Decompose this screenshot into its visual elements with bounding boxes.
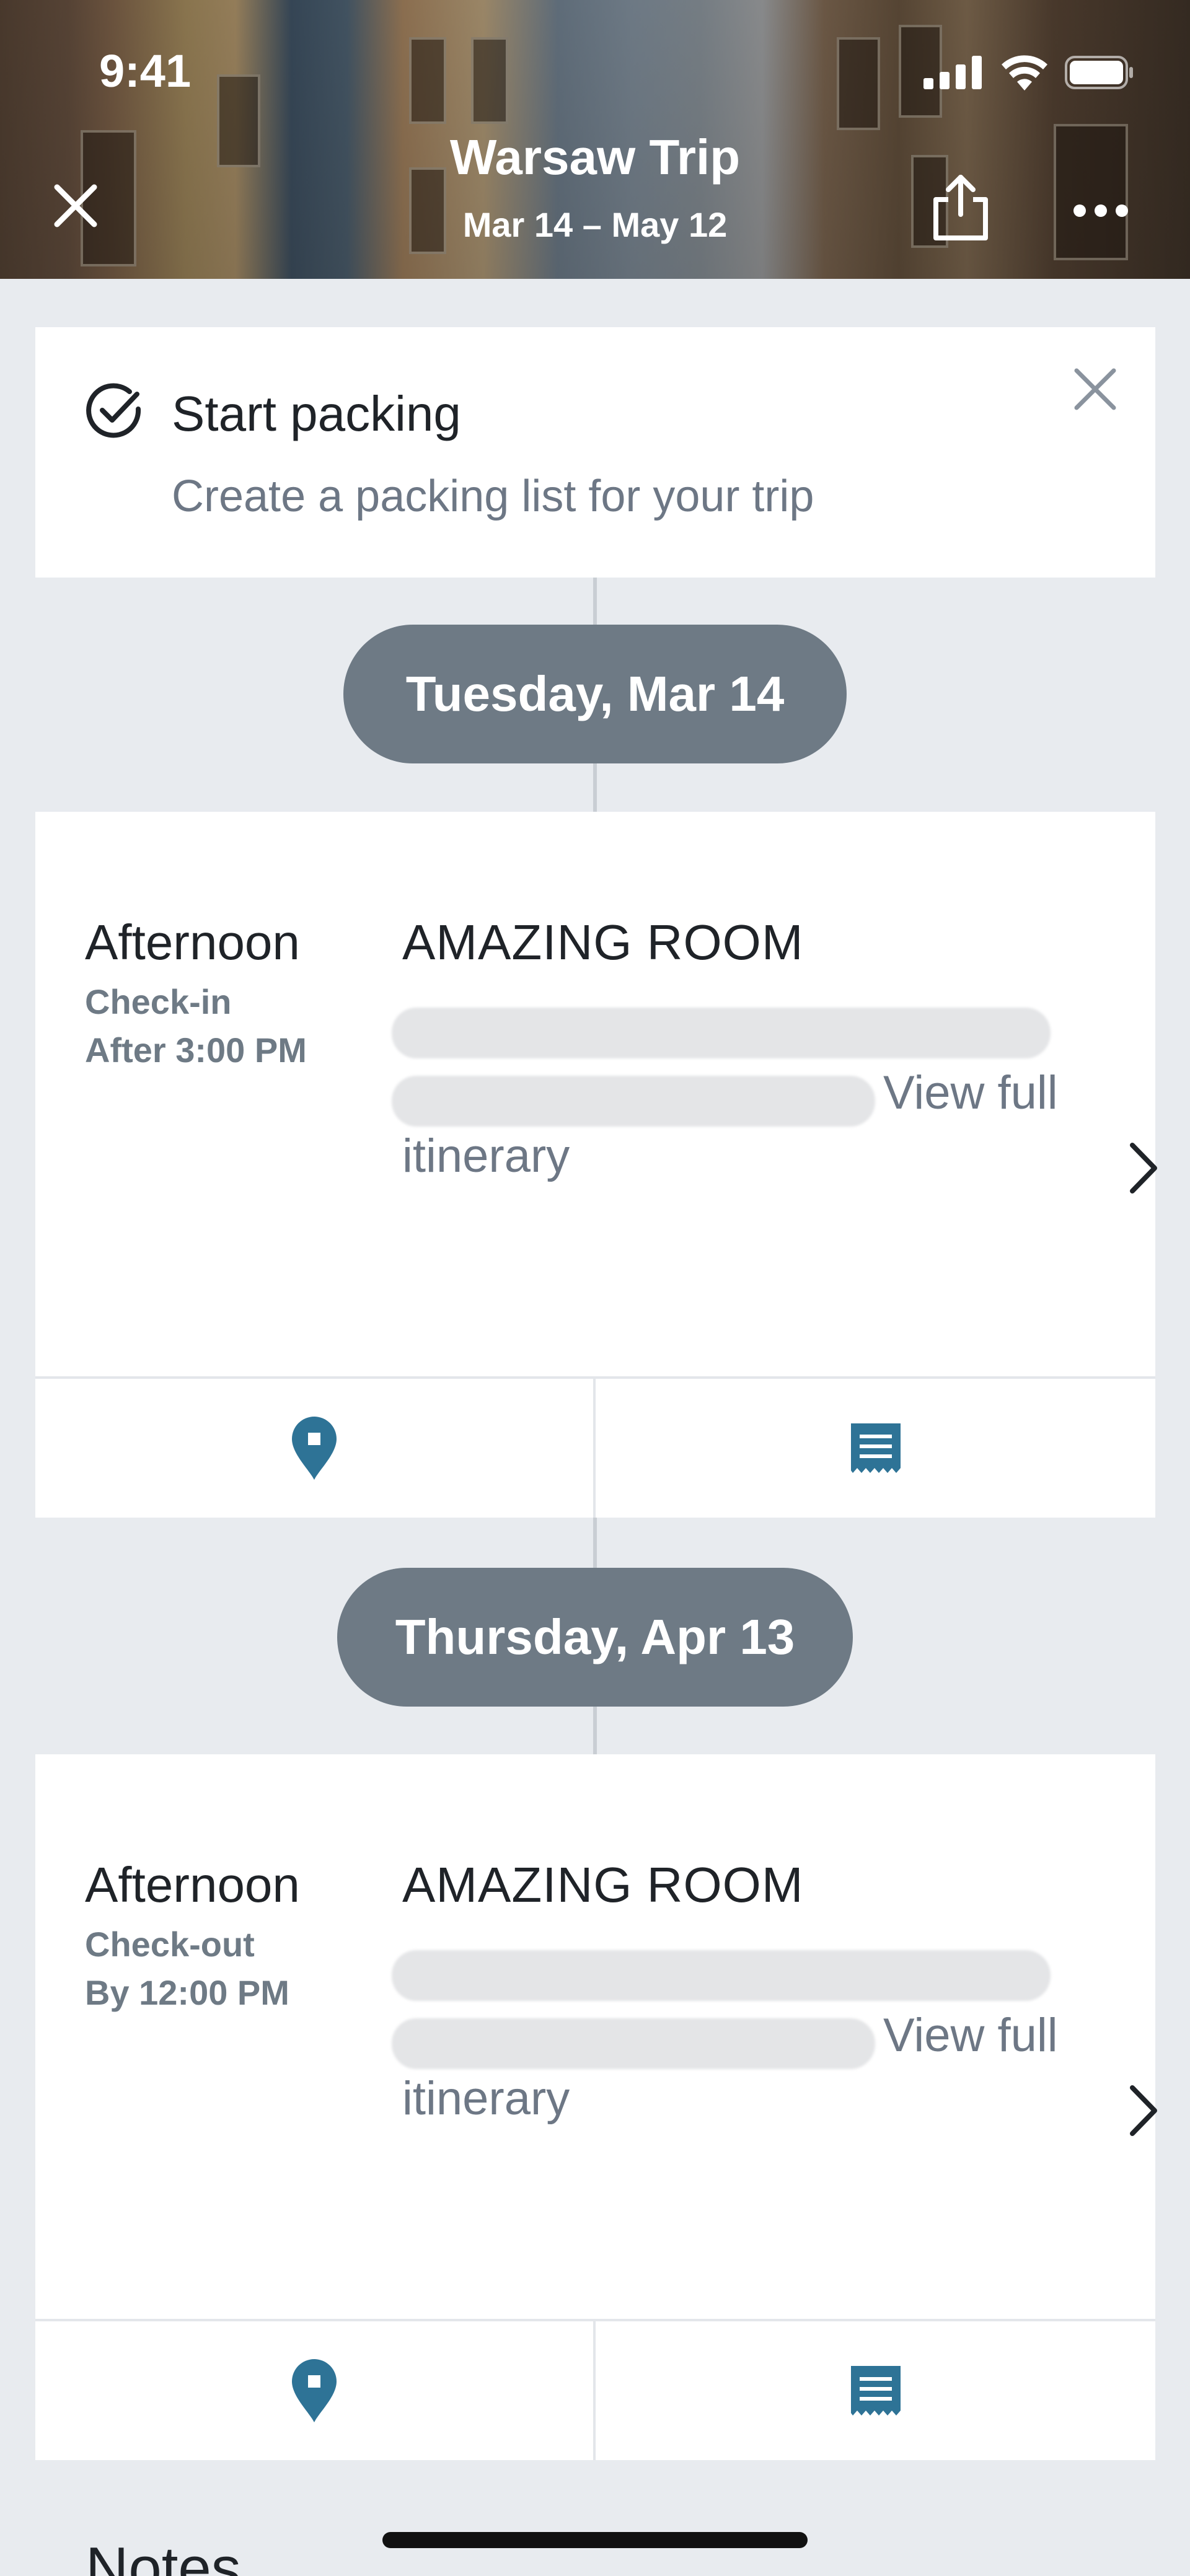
dismiss-icon[interactable] [1072,366,1119,413]
receipt-icon [850,2366,901,2416]
map-button[interactable] [35,2321,593,2460]
start-packing-card[interactable]: Start packing Create a packing list for … [35,327,1155,578]
trip-header: 9:41 Warsaw Trip Mar 14 – May 12 [0,0,1190,279]
timeline-connector [593,1518,597,1568]
cellular-signal-icon [923,56,982,89]
reservation-action: Check-out By 12:00 PM [85,1920,289,2017]
view-full-itinerary-link[interactable]: View full [883,2008,1058,2062]
reservation-card[interactable]: Afternoon Check-out By 12:00 PM AMAZING … [35,1754,1157,2460]
reservation-time-of-day: Afternoon [85,1857,300,1912]
home-indicator[interactable] [382,2532,808,2548]
receipt-button[interactable] [596,2321,1155,2460]
reservation-action-label: Check-out [85,1925,255,1964]
reservation-name: AMAZING ROOM [402,915,804,970]
reservation-action: Check-in After 3:00 PM [85,978,307,1075]
battery-icon [1065,56,1133,89]
timeline-connector [593,1707,597,1754]
wifi-icon [1002,55,1047,90]
share-icon[interactable] [930,174,992,242]
view-full-itinerary-link[interactable]: itinerary [402,2072,570,2125]
status-time: 9:41 [99,45,192,97]
redacted-address [392,1008,1051,1058]
trip-itinerary-screen: 9:41 Warsaw Trip Mar 14 – May 12 Start p… [0,0,1190,2576]
redacted-address [392,2018,875,2069]
reservation-name: AMAZING ROOM [402,1857,804,1912]
trip-dates: Mar 14 – May 12 [462,205,728,244]
map-pin-icon [292,2359,337,2422]
reservation-time-of-day: Afternoon [85,915,300,970]
map-button[interactable] [35,1379,593,1518]
redacted-address [392,1950,1051,2001]
status-icons [923,55,1134,90]
reservation-card[interactable]: Afternoon Check-in After 3:00 PM AMAZING… [35,812,1157,1518]
notes-heading: Notes [86,2535,241,2576]
redacted-address [392,1076,875,1127]
close-icon[interactable] [51,181,100,231]
trip-title: Warsaw Trip [449,130,741,185]
timeline-connector [593,578,597,625]
map-pin-icon [292,1417,337,1480]
date-header: Thursday, Apr 13 [337,1568,853,1707]
trip-title-block: Warsaw Trip Mar 14 – May 12 [0,129,1190,245]
receipt-button[interactable] [596,1379,1155,1518]
receipt-icon [850,1423,901,1473]
packing-title: Start packing [172,386,461,441]
date-header: Tuesday, Mar 14 [343,625,847,763]
reservation-action-label: Check-in [85,982,232,1021]
view-full-itinerary-link[interactable]: itinerary [402,1129,570,1183]
view-full-itinerary-link[interactable]: View full [883,1066,1058,1120]
packing-subtitle: Create a packing list for your trip [172,472,814,521]
check-circle-icon [86,383,141,438]
more-options-icon[interactable] [1072,198,1129,223]
chevron-right-icon[interactable] [1126,1140,1161,1196]
chevron-right-icon[interactable] [1126,2083,1161,2139]
timeline-connector [593,763,597,812]
reservation-action-time: After 3:00 PM [85,1031,307,1070]
reservation-action-time: By 12:00 PM [85,1973,289,2012]
